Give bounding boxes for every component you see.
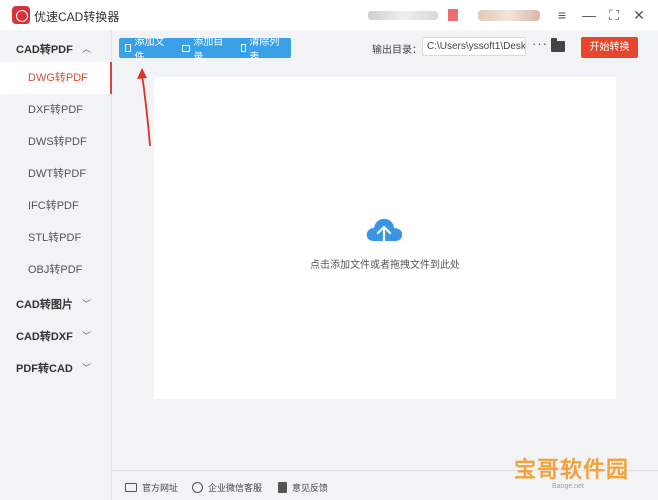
drop-hint-text: 点击添加文件或者拖拽文件到此处 bbox=[310, 260, 460, 271]
sidebar-item-dwg-to-pdf[interactable]: DWG转PDF bbox=[0, 62, 112, 94]
chevron-down-icon[interactable]: ﹀ bbox=[82, 329, 91, 342]
sidebar-item-dxf-to-pdf[interactable]: DXF转PDF bbox=[0, 94, 112, 126]
output-dir-field[interactable]: C:\Users\yssoft1\Deskt bbox=[422, 37, 526, 56]
chevron-down-icon[interactable]: ﹀ bbox=[82, 361, 91, 374]
website-label: 官方网址 bbox=[142, 483, 179, 493]
blurred-badge bbox=[448, 9, 458, 21]
file-icon bbox=[125, 44, 132, 52]
feedback-icon bbox=[278, 482, 287, 493]
feedback-label: 意见反馈 bbox=[292, 483, 329, 493]
chevron-down-icon[interactable]: ﹀ bbox=[82, 297, 91, 310]
clear-list-label: 清除列表 bbox=[249, 37, 280, 63]
wechat-label: 企业微信客服 bbox=[208, 483, 263, 493]
website-link[interactable]: 官方网址 bbox=[125, 481, 178, 494]
sidebar-item-stl-to-pdf[interactable]: STL转PDF bbox=[0, 222, 112, 254]
close-icon[interactable]: ✕ bbox=[630, 6, 648, 24]
folder-icon bbox=[182, 44, 191, 52]
output-dir-label: 输出目录： bbox=[372, 45, 422, 56]
sidebar-item-ifc-to-pdf[interactable]: IFC转PDF bbox=[0, 190, 112, 222]
title-bar: 优速CAD转换器 ≡ — ⛶ ✕ bbox=[0, 0, 658, 30]
more-options-icon[interactable]: ··· bbox=[532, 36, 548, 51]
sidebar-group-cad-to-pdf[interactable]: CAD转PDF bbox=[16, 41, 73, 57]
blurred-user-info bbox=[368, 11, 438, 20]
sidebar-item-dws-to-pdf[interactable]: DWS转PDF bbox=[0, 126, 112, 158]
sidebar: CAD转PDF ︿ DWG转PDF DXF转PDF DWS转PDF DWT转PD… bbox=[0, 30, 112, 500]
app-title: 优速CAD转换器 bbox=[34, 10, 120, 24]
menu-icon[interactable]: ≡ bbox=[553, 6, 571, 24]
chevron-up-icon[interactable]: ︿ bbox=[82, 42, 91, 55]
blurred-account[interactable] bbox=[478, 10, 540, 21]
sidebar-item-obj-to-pdf[interactable]: OBJ转PDF bbox=[0, 254, 112, 286]
add-folder-button[interactable]: 添加目录 bbox=[176, 37, 235, 63]
wechat-support-link[interactable]: 企业微信客服 bbox=[192, 481, 262, 494]
sidebar-group-cad-to-dxf[interactable]: CAD转DXF bbox=[16, 328, 73, 344]
sidebar-item-dwt-to-pdf[interactable]: DWT转PDF bbox=[0, 158, 112, 190]
file-toolbar: 添加文件 添加目录 清除列表 bbox=[119, 37, 291, 63]
open-folder-icon[interactable] bbox=[551, 38, 565, 52]
app-logo bbox=[12, 6, 30, 24]
add-file-button[interactable]: 添加文件 bbox=[119, 37, 176, 63]
start-convert-button[interactable]: 开始转换 bbox=[581, 37, 638, 58]
watermark-sub: Baoge.net bbox=[552, 483, 584, 490]
annotation-arrow bbox=[137, 68, 151, 147]
maximize-icon[interactable]: ⛶ bbox=[605, 6, 623, 24]
cloud-upload-icon bbox=[366, 218, 403, 247]
clear-list-button[interactable]: 清除列表 bbox=[235, 37, 291, 63]
trash-icon bbox=[240, 44, 247, 52]
watermark-text: 宝哥软件园 bbox=[514, 457, 630, 482]
sidebar-group-cad-to-image[interactable]: CAD转图片 bbox=[16, 296, 73, 312]
add-folder-label: 添加目录 bbox=[193, 37, 224, 63]
website-icon bbox=[125, 483, 137, 492]
file-drop-zone[interactable]: 点击添加文件或者拖拽文件到此处 bbox=[154, 77, 616, 399]
watermark-logo: 宝哥软件园 Baoge.net bbox=[514, 452, 646, 490]
minimize-icon[interactable]: — bbox=[580, 6, 598, 24]
add-file-label: 添加文件 bbox=[134, 37, 165, 63]
chat-icon bbox=[192, 482, 203, 493]
sidebar-group-pdf-to-cad[interactable]: PDF转CAD bbox=[16, 360, 73, 376]
feedback-link[interactable]: 意见反馈 bbox=[278, 481, 328, 494]
main-panel: 添加文件 添加目录 清除列表 输出目录： C:\Users\yssoft1\De… bbox=[112, 30, 658, 500]
